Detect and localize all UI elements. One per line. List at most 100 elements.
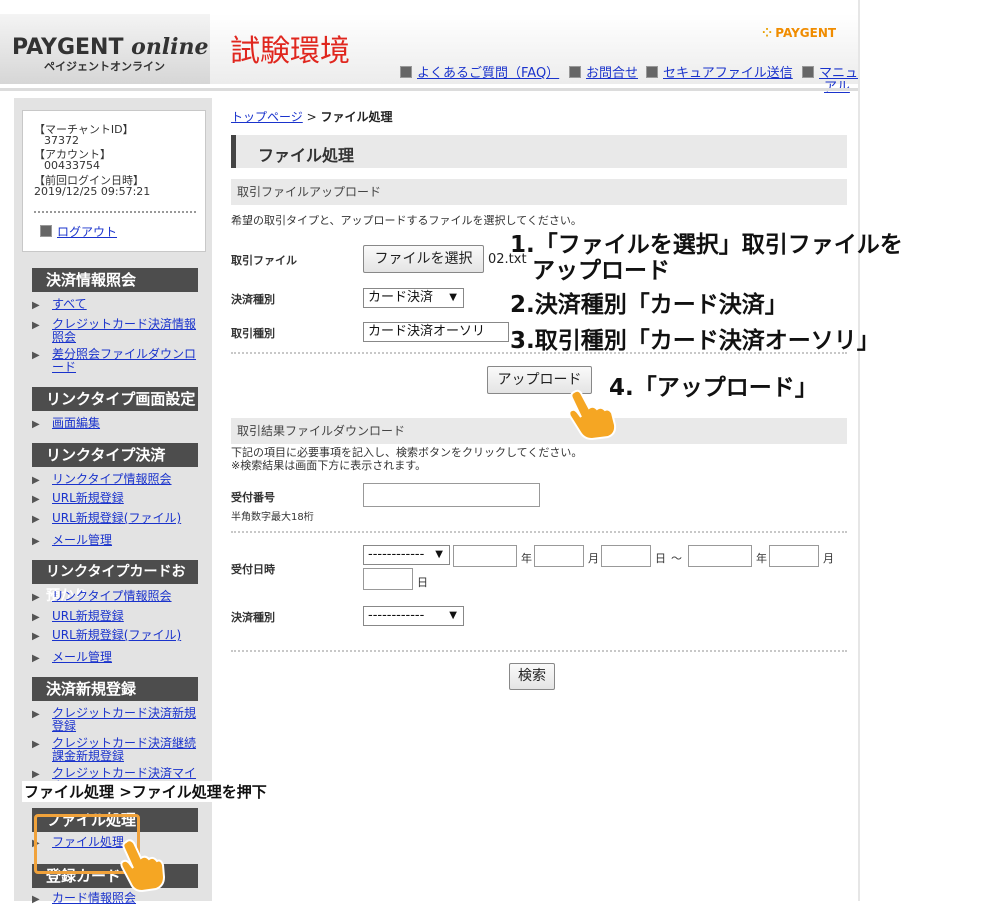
header-link-faq[interactable]: よくあるご質問（FAQ） — [400, 62, 559, 81]
header-link-contact[interactable]: お問合せ — [569, 62, 638, 81]
payment-type-label: 決済種別 — [231, 293, 275, 306]
from-month-input[interactable] — [534, 545, 584, 567]
download-section-header: 取引結果ファイルダウンロード — [231, 418, 847, 444]
sidebar-item-label[interactable]: URL新規登録 — [52, 492, 200, 505]
from-year-input[interactable] — [453, 545, 517, 567]
transaction-file-label: 取引ファイル — [231, 254, 297, 267]
triangle-bullet-icon: ▶ — [32, 612, 40, 623]
step2-annotation: 2.決済種別「カード決済」 — [510, 292, 788, 318]
transaction-type-value: カード決済オーソリ — [368, 324, 486, 339]
logout-link[interactable]: ログアウト — [40, 223, 117, 240]
step3-annotation: 3.取引種別「カード決済オーソリ」 — [510, 328, 880, 354]
step1-annotation-line2: アップロード — [532, 258, 670, 284]
to-month-input[interactable] — [769, 545, 819, 567]
sidebar-item-cc-minor[interactable]: ▶ クレジットカード決済マイナ — [32, 767, 200, 781]
receipt-number-label: 受付番号 — [231, 491, 275, 504]
hand-pointer-icon — [568, 389, 617, 440]
sidebar-item-label[interactable]: URL新規登録 — [52, 610, 200, 623]
from-year-unit: 年 — [521, 552, 532, 565]
transaction-type-select[interactable]: カード決済オーソリ — [363, 322, 509, 342]
brand-logo-main: PAYGENT — [12, 35, 124, 60]
download-description-2: ※検索結果は画面下方に表示されます。 — [231, 459, 427, 472]
brand-subtitle: ペイジェントオンライン — [44, 60, 165, 73]
sidebar-item-label[interactable]: クレジットカード決済マイナ — [52, 767, 200, 781]
header-link-secure-file[interactable]: セキュアファイル送信 — [646, 62, 793, 81]
search-payment-type-label: 決済種別 — [231, 611, 275, 624]
environment-title: 試験環境 — [230, 34, 350, 69]
triangle-bullet-icon: ▶ — [32, 300, 40, 311]
account-divider — [34, 211, 196, 213]
triangle-bullet-icon: ▶ — [32, 769, 40, 780]
download-divider-2 — [231, 650, 847, 652]
to-year-input[interactable] — [688, 545, 752, 567]
breadcrumb-separator: > — [306, 110, 317, 124]
sidebar-item-label[interactable]: URL新規登録(ファイル) — [52, 629, 200, 642]
sidebar-item-label[interactable]: メール管理 — [52, 534, 200, 547]
search-payment-type-select[interactable]: ------------ ▼ — [363, 606, 464, 626]
from-month-unit: 月 — [588, 552, 599, 565]
square-bullet-icon — [802, 66, 814, 78]
sidebar-item-label[interactable]: クレジットカード決済継続課金新規登録 — [52, 737, 200, 763]
paygent-dots-icon: ⁘ — [762, 26, 772, 40]
upload-section-header: 取引ファイルアップロード — [231, 179, 847, 205]
search-payment-type-value: ------------ — [368, 608, 425, 623]
triangle-bullet-icon: ▶ — [32, 631, 40, 642]
triangle-bullet-icon: ▶ — [32, 592, 40, 603]
triangle-bullet-icon: ▶ — [32, 514, 40, 525]
brand-logo[interactable]: PAYGENT online — [12, 34, 209, 60]
sidebar-item-label[interactable]: すべて — [52, 298, 200, 311]
transaction-type-label: 取引種別 — [231, 327, 275, 340]
sidebar-item-label[interactable]: 差分照会ファイルダウンロード — [52, 348, 200, 374]
nav-header-linktype-payment: リンクタイプ決済 — [32, 443, 198, 467]
logout-label[interactable]: ログアウト — [57, 225, 117, 239]
receipt-date-select[interactable]: ------------ ▼ — [363, 545, 450, 565]
to-year-unit: 年 — [756, 552, 767, 565]
square-bullet-icon — [40, 225, 52, 237]
to-month-unit: 月 — [823, 552, 834, 565]
payment-type-select[interactable]: カード決済 ▼ — [363, 288, 464, 308]
triangle-bullet-icon: ▶ — [32, 494, 40, 505]
header-link-faq-label[interactable]: よくあるご質問（FAQ） — [417, 66, 559, 81]
sidebar-instruction: ファイル処理 >ファイル処理を押下 — [22, 781, 269, 802]
breadcrumb: トップページ > ファイル処理 — [231, 108, 393, 125]
page-edge — [858, 0, 860, 901]
triangle-bullet-icon: ▶ — [32, 739, 40, 750]
from-day-input[interactable] — [601, 545, 651, 567]
search-button[interactable]: 検索 — [509, 663, 555, 690]
paygent-logo-text: PAYGENT — [775, 26, 837, 40]
square-bullet-icon — [569, 66, 581, 78]
triangle-bullet-icon: ▶ — [32, 419, 40, 430]
square-bullet-icon — [646, 66, 658, 78]
download-divider-1 — [231, 531, 847, 533]
square-bullet-icon — [400, 66, 412, 78]
breadcrumb-current: ファイル処理 — [320, 110, 393, 124]
header-link-contact-label[interactable]: お問合せ — [586, 66, 638, 81]
header-link-manual-wrap[interactable]: アル — [824, 76, 850, 95]
step4-annotation: 4.「アップロード」 — [609, 375, 818, 401]
receipt-number-hint: 半角数字最大18桁 — [231, 512, 314, 523]
to-day-input[interactable] — [363, 568, 413, 590]
paygent-logo: ⁘ PAYGENT — [762, 26, 836, 40]
sidebar-item-label[interactable]: URL新規登録(ファイル) — [52, 512, 200, 525]
dropdown-arrow-icon: ▼ — [435, 549, 443, 560]
receipt-date-label: 受付日時 — [231, 563, 275, 576]
sidebar-item-label[interactable]: 画面編集 — [52, 417, 200, 430]
sidebar-item-label[interactable]: クレジットカード決済新規登録 — [52, 707, 200, 733]
dropdown-arrow-icon: ▼ — [449, 292, 457, 303]
account-id: 00433754 — [44, 159, 100, 172]
choose-file-button[interactable]: ファイルを選択 — [363, 245, 484, 273]
nav-header-payment-inquiry: 決済情報照会 — [32, 268, 198, 292]
page-title: ファイル処理 — [258, 146, 355, 165]
nav-header-new-payment: 決済新規登録 — [32, 677, 198, 701]
receipt-number-input[interactable] — [363, 483, 540, 507]
sidebar-item-label[interactable]: リンクタイプ情報照会 — [52, 590, 200, 603]
sidebar-item-label[interactable]: リンクタイプ情報照会 — [52, 473, 200, 486]
triangle-bullet-icon: ▶ — [32, 894, 40, 905]
sidebar-item-label[interactable]: メール管理 — [52, 651, 200, 664]
receipt-date-select-value: ------------ — [368, 547, 425, 562]
sidebar-item-label[interactable]: クレジットカード決済情報照会 — [52, 318, 200, 344]
header-link-secure-file-label[interactable]: セキュアファイル送信 — [663, 66, 793, 81]
payment-type-value: カード決済 — [368, 290, 434, 305]
brand-logo-italic: online — [131, 34, 209, 60]
breadcrumb-top-link[interactable]: トップページ — [231, 110, 303, 124]
